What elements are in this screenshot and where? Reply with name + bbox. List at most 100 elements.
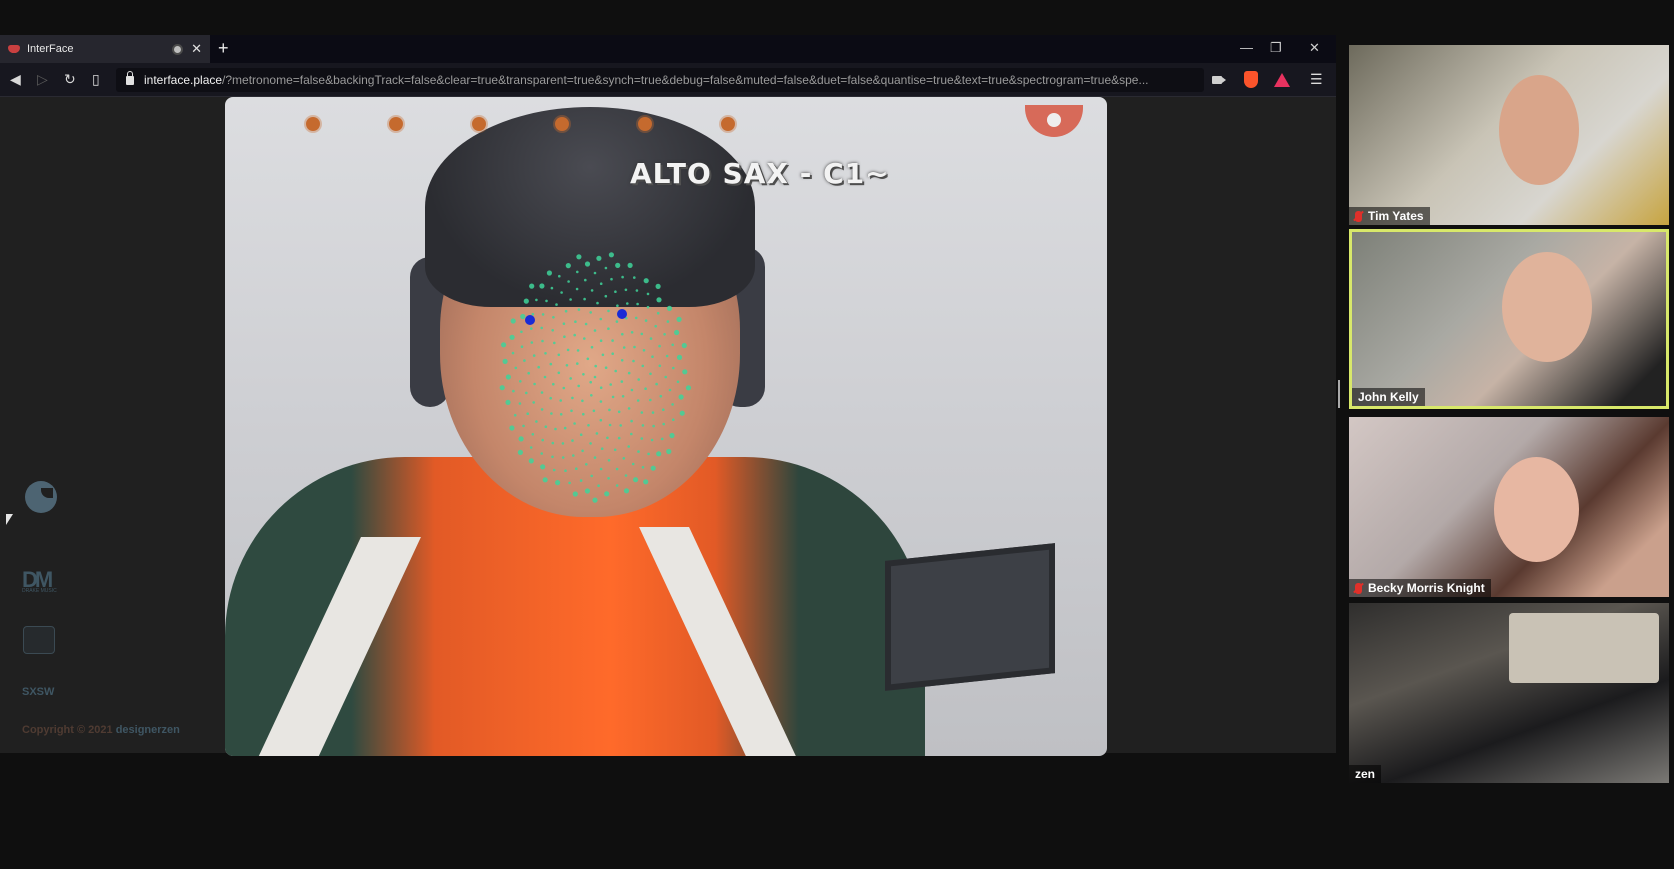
participant-name-tag: zen — [1349, 765, 1382, 783]
face-mesh-point — [681, 342, 687, 349]
face-mesh-point — [620, 359, 624, 362]
participant-video — [1502, 252, 1592, 362]
close-window-icon[interactable]: ✕ — [1309, 40, 1320, 56]
face-mesh-point — [622, 346, 626, 349]
face-mesh-point — [647, 452, 650, 456]
face-mesh-point — [641, 424, 645, 427]
face-mesh-point — [596, 301, 599, 305]
participant-tile[interactable]: Becky Morris Knight — [1349, 417, 1669, 597]
face-mesh-point — [513, 413, 517, 417]
face-mesh-point — [672, 418, 675, 421]
face-mesh-point — [636, 399, 640, 402]
brave-shields-icon[interactable] — [1244, 71, 1258, 88]
face-mesh-point — [559, 413, 563, 416]
face-mesh-point — [499, 385, 505, 391]
face-mesh-point — [604, 366, 608, 369]
participant-video — [1494, 457, 1579, 562]
face-mesh-point — [665, 354, 669, 358]
back-icon[interactable]: ◀ — [10, 71, 21, 88]
face-mesh-point — [557, 371, 561, 375]
face-mesh-point — [671, 403, 674, 406]
panel-resize-handle[interactable] — [1338, 380, 1340, 408]
face-mesh-point — [583, 337, 586, 340]
minimize-icon[interactable]: — — [1240, 40, 1253, 55]
face-mesh-point — [582, 373, 585, 376]
face-mesh-point — [559, 399, 562, 402]
recording-indicator-icon — [172, 43, 184, 55]
menu-icon[interactable]: ☰ — [1310, 71, 1323, 88]
face-mesh-point — [604, 266, 608, 270]
instrument-label: ALTO SAX - C1~ — [630, 157, 890, 190]
face-mesh-point — [571, 439, 574, 442]
participant-tile-active[interactable]: John Kelly — [1349, 229, 1669, 409]
face-mesh-point — [566, 348, 570, 352]
address-bar[interactable]: interface.place /?metronome=false&backin… — [116, 68, 1204, 92]
forward-icon[interactable]: ▷ — [37, 71, 48, 88]
face-mesh-point — [514, 366, 518, 370]
face-mesh-point — [505, 399, 511, 405]
face-mesh-point — [544, 425, 548, 428]
face-mesh-point — [651, 355, 654, 358]
face-mesh-point — [627, 371, 631, 375]
face-mesh-point — [576, 362, 579, 365]
face-mesh-point — [517, 449, 523, 455]
metronome-dot — [306, 117, 320, 131]
reload-icon[interactable]: ↻ — [64, 71, 76, 88]
brave-rewards-icon[interactable] — [1274, 73, 1290, 87]
participant-tile[interactable]: zen — [1349, 603, 1669, 783]
sxsw-logo[interactable]: SXSW — [22, 686, 54, 698]
face-mesh-point — [643, 278, 649, 284]
mouse-cursor-icon — [6, 514, 13, 525]
face-mesh-point — [619, 424, 622, 427]
face-mesh-point — [655, 283, 661, 289]
face-mesh-point — [583, 297, 586, 301]
face-mesh-point — [541, 438, 544, 442]
face-mesh-point — [636, 302, 639, 306]
navigation-bar: ◀ ▷ ↻ ▯ interface.place /?metronome=fals… — [0, 63, 1336, 97]
face-mesh-point — [609, 383, 612, 386]
face-mesh-point — [614, 369, 617, 373]
face-mesh-point — [549, 362, 553, 366]
face-mesh-point — [676, 316, 682, 322]
face-mesh-point — [641, 364, 645, 368]
bookmark-icon[interactable]: ▯ — [92, 71, 100, 88]
new-tab-icon[interactable]: + — [218, 38, 229, 59]
face-mesh-point — [520, 330, 523, 334]
face-mesh-point — [607, 459, 611, 462]
camera-in-use-icon[interactable] — [1212, 76, 1226, 84]
copyright-brand[interactable]: designerzen — [116, 724, 180, 736]
face-mesh-point — [649, 398, 652, 402]
face-mesh-point — [560, 291, 563, 294]
webcam-video[interactable]: ALTO SAX - C1~ — [225, 97, 1107, 756]
restore-icon[interactable]: ❐ — [1270, 40, 1282, 56]
face-mesh-point — [573, 333, 576, 337]
face-mesh-point — [599, 317, 603, 321]
face-mesh-point — [543, 375, 547, 379]
face-mesh-point — [565, 364, 569, 367]
copyright-text: Copyright © 2021 — [22, 724, 113, 736]
face-mesh-point — [679, 410, 685, 416]
participant-tile[interactable]: Tim Yates — [1349, 45, 1669, 225]
face-mesh-point — [617, 410, 621, 414]
lock-icon[interactable] — [126, 70, 134, 85]
browser-tab[interactable]: InterFace ✕ — [0, 35, 210, 63]
face-mesh-point — [535, 420, 538, 423]
face-mesh-point — [569, 377, 572, 380]
face-mesh-point — [539, 283, 545, 289]
face-mesh-point — [633, 477, 639, 483]
face-mesh-point — [551, 329, 554, 332]
interface-logo-icon[interactable] — [1025, 105, 1083, 137]
face-mesh-point — [529, 446, 533, 449]
face-mesh-point — [595, 432, 599, 435]
face-mesh-point — [531, 433, 535, 436]
face-mesh-point — [526, 412, 529, 415]
designerzen-icon[interactable] — [25, 481, 57, 513]
close-tab-icon[interactable]: ✕ — [191, 41, 202, 57]
face-mesh-point — [535, 298, 538, 302]
face-mesh-point — [569, 298, 572, 301]
face-mesh-point — [621, 395, 625, 398]
face-mesh-point — [621, 275, 624, 279]
face-mesh-point — [642, 349, 646, 352]
face-mesh-point — [622, 457, 626, 460]
badge-logo[interactable] — [23, 626, 55, 654]
